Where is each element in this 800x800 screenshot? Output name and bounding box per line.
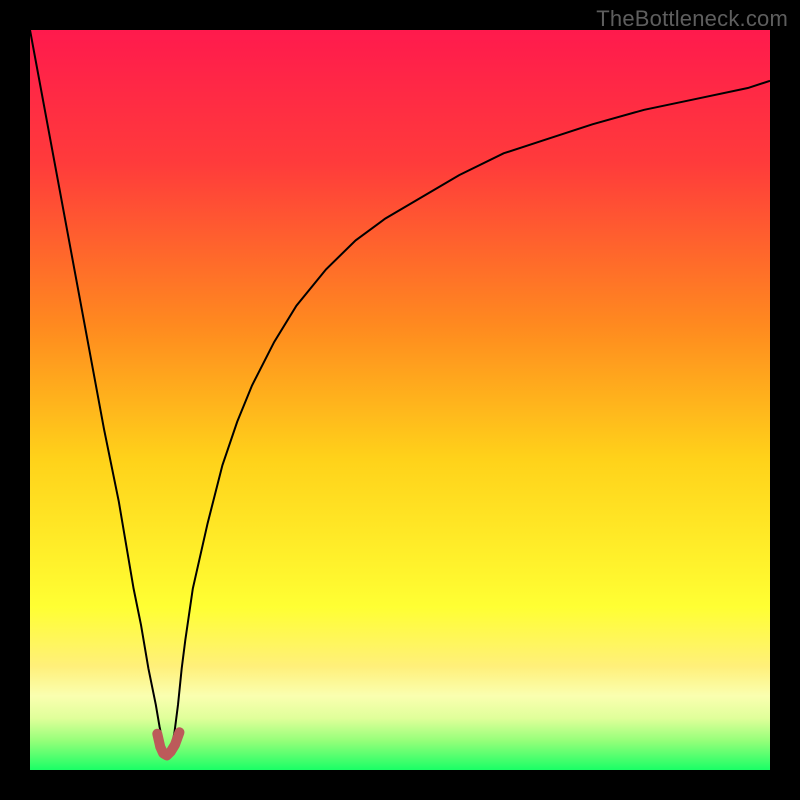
watermark-text: TheBottleneck.com	[596, 6, 788, 32]
chart-frame: TheBottleneck.com	[0, 0, 800, 800]
plot-area	[30, 30, 770, 770]
line-layer	[30, 30, 770, 770]
curve-series	[30, 30, 770, 754]
highlight-series	[157, 732, 179, 755]
